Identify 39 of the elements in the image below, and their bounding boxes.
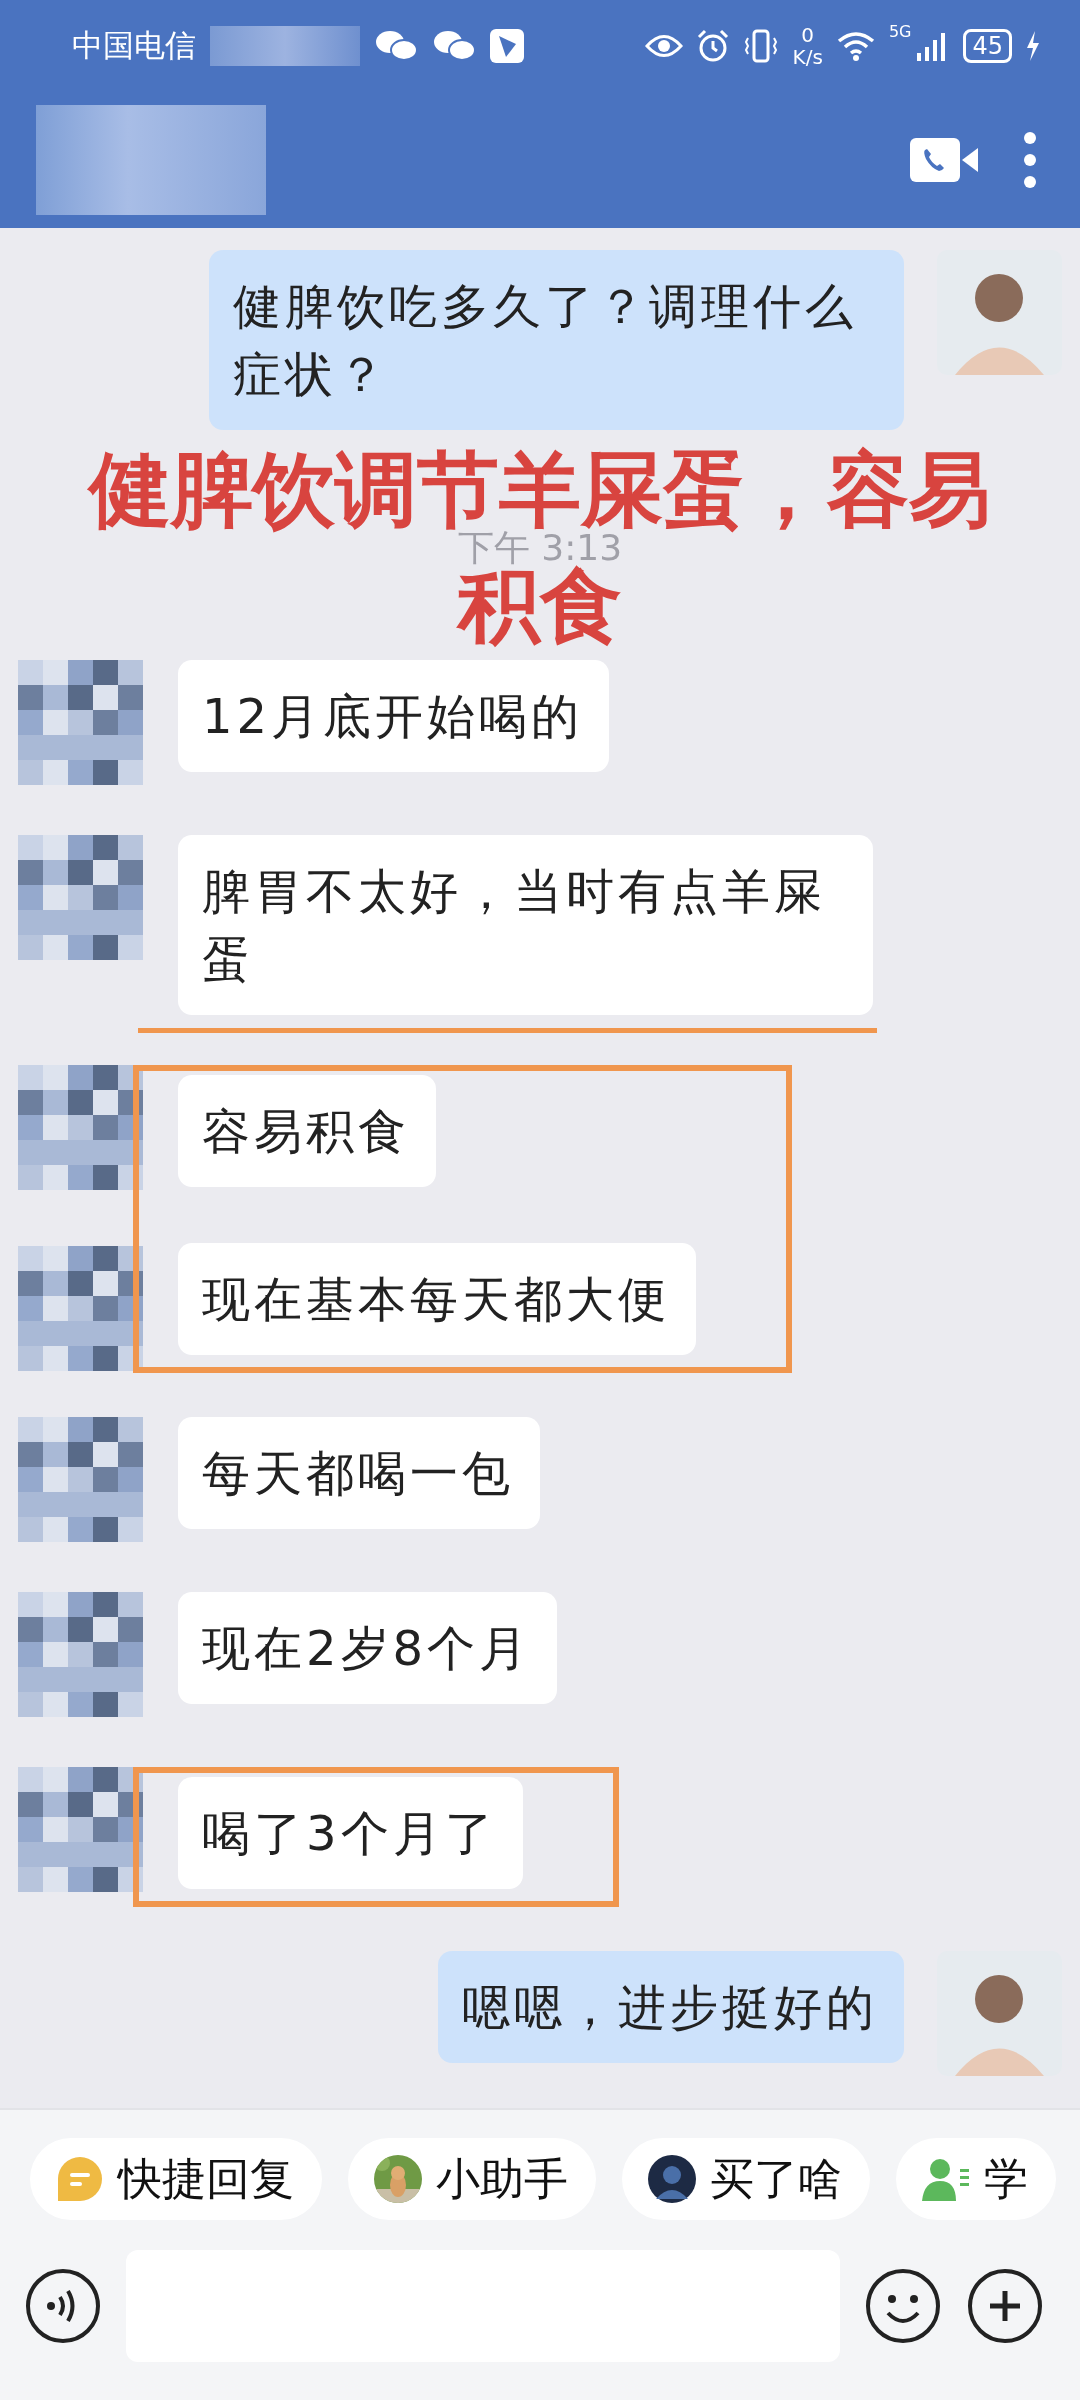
add-icon[interactable] [966,2267,1044,2345]
message-bubble: 嗯嗯，进步挺好的 [438,1951,904,2063]
wifi-icon [836,31,875,61]
speed-value: 0 [801,24,815,46]
alarm-icon [696,29,729,63]
message-bubble: 健脾饮吃多久了？调理什么症状？ [209,250,904,430]
message-bubble: 12月底开始喝的 [178,660,610,772]
speed-unit: K/s [792,46,823,68]
message-bubble: 现在基本每天都大便 [178,1243,696,1355]
timestamp: 下午 3:13 [457,530,623,566]
vibrate-icon [742,28,779,64]
quick-chip[interactable]: 快捷回复 [30,2138,322,2220]
avatar[interactable] [18,660,143,785]
battery-level: 45 [963,29,1012,63]
message-bubble: 喝了3个月了 [178,1777,523,1889]
carrier-name: 中国电信 [72,26,196,65]
quick-chip[interactable]: 学 [896,2138,1056,2220]
emoji-icon[interactable] [864,2267,942,2345]
avatar[interactable] [18,1767,143,1892]
video-call-icon[interactable] [910,138,980,182]
message-bubble: 每天都喝一包 [178,1417,540,1529]
chat-bubble-icon [56,2155,104,2203]
quick-chip[interactable]: 买了啥 [622,2138,870,2220]
app-icon [490,29,524,63]
message-bubble: 容易积食 [178,1075,436,1187]
avatar[interactable] [18,835,143,960]
eye-icon [644,33,683,59]
network-type: 5G [888,22,912,41]
avatar[interactable] [18,1065,143,1190]
avatar[interactable] [18,1246,143,1371]
avatar[interactable] [18,1592,143,1717]
charging-icon [1026,31,1040,61]
voice-icon[interactable] [24,2267,102,2345]
message-bubble: 现在2岁8个月 [178,1592,558,1704]
avatar [648,2155,696,2203]
quick-chip[interactable]: 小助手 [348,2138,596,2220]
avatar[interactable] [18,1417,143,1542]
annotation-title: 积食 [458,566,622,646]
message-bubble: 脾胃不太好，当时有点羊屎蛋 [178,835,873,1015]
